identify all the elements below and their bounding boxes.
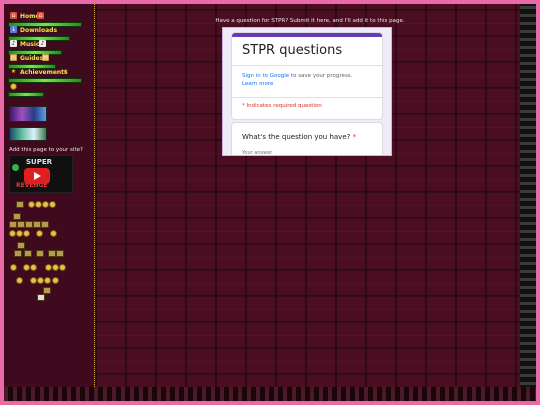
- coin-icon: [9, 230, 16, 237]
- sidebar-item-downloads[interactable]: ↓ Downloads: [8, 26, 88, 41]
- coin-icon: [30, 277, 37, 284]
- music-icon: ♪: [39, 40, 46, 47]
- coin-icon: [52, 264, 59, 271]
- coin-icon: [28, 201, 35, 208]
- coin-icon: [42, 201, 49, 208]
- achievement-icon: [24, 250, 32, 257]
- form-accent-bar: [232, 33, 382, 37]
- coin-icon: [37, 277, 44, 284]
- sidebar: ⌂ Home ⌂ ↓ Downloads ♪ Music ♪ ▤ Guides …: [4, 4, 95, 387]
- achievement-icon: [13, 213, 21, 220]
- achievement-icon: [33, 221, 41, 228]
- mascot-icon: [12, 164, 19, 171]
- coin-icon: [35, 201, 42, 208]
- star-icon: ★: [62, 68, 69, 75]
- video-badge-title: SUPER: [26, 158, 53, 166]
- required-mark: *: [350, 133, 357, 141]
- guide-icon: ▤: [10, 54, 17, 61]
- coin-icon: [59, 264, 66, 271]
- music-icon: ♪: [10, 40, 17, 47]
- achievement-icon: [17, 242, 25, 249]
- question-label: What's the question you have? *: [242, 133, 356, 141]
- form-header-card: STPR questions Sign in to Google to save…: [231, 32, 383, 120]
- coin-icon: [10, 264, 17, 271]
- sidebar-item-music[interactable]: ♪ Music ♪: [8, 40, 88, 55]
- coin-icon: [49, 201, 56, 208]
- signin-line: Sign in to Google to save your progress.…: [242, 72, 372, 88]
- achievement-icon: [37, 294, 45, 301]
- coin-icon: [16, 230, 23, 237]
- signin-rest: to save your progress.: [289, 73, 353, 79]
- sidebar-item-home[interactable]: ⌂ Home ⌂: [8, 12, 88, 27]
- question-text: What's the question you have?: [242, 133, 351, 141]
- bottom-decoration-strip: [4, 387, 536, 401]
- achievement-icon: [9, 221, 17, 228]
- coin-icon: [36, 230, 43, 237]
- question-card: What's the question you have? *: [231, 122, 383, 155]
- sidebar-item-achievements[interactable]: ★ Achievements ★: [8, 68, 88, 83]
- guide-icon: ▤: [42, 54, 49, 61]
- home-icon: ⌂: [37, 12, 44, 19]
- play-icon: [24, 168, 50, 184]
- home-icon: ⌂: [10, 12, 17, 19]
- embedded-form: STPR questions Sign in to Google to save…: [222, 27, 392, 156]
- site-badge[interactable]: [9, 106, 47, 122]
- coin-icon: [16, 277, 23, 284]
- page-frame: ⌂ Home ⌂ ↓ Downloads ♪ Music ♪ ▤ Guides …: [4, 4, 536, 401]
- sidebar-item-guides[interactable]: ▤ Guides ▤: [8, 54, 88, 69]
- learn-more-link[interactable]: Learn more: [242, 81, 273, 87]
- coin-icon: [50, 230, 57, 237]
- achievement-icon: [41, 221, 49, 228]
- achievement-icon: [43, 287, 51, 294]
- site-badge[interactable]: [9, 127, 47, 141]
- coin-icon: [23, 264, 30, 271]
- required-note: * Indicates required question: [242, 103, 322, 109]
- coin-icon: [23, 230, 30, 237]
- achievement-icon: [17, 221, 25, 228]
- coin-icon: [52, 277, 59, 284]
- share-text: Add this page to your site?: [9, 147, 83, 153]
- form-title: STPR questions: [242, 43, 343, 58]
- sidebar-item-extra[interactable]: [8, 82, 88, 97]
- page-notice: Have a question for STPR? Submit it here…: [215, 18, 405, 24]
- star-icon: ★: [10, 68, 17, 75]
- sidebar-item-label: Downloads: [20, 27, 58, 34]
- achievement-icon: [56, 250, 64, 257]
- achievement-icon: [48, 250, 56, 257]
- coin-icon: [45, 264, 52, 271]
- coin-icon: [30, 264, 37, 271]
- divider: [232, 97, 382, 98]
- coin-icon: [44, 277, 51, 284]
- download-icon: ↓: [10, 26, 17, 33]
- right-edge-decoration: [520, 4, 536, 401]
- sidebar-item-label: Achievements: [20, 69, 68, 76]
- achievement-icon: [36, 250, 44, 257]
- sidebar-item-label: Guides: [20, 55, 44, 62]
- achievement-icon: [14, 250, 22, 257]
- divider: [232, 65, 382, 66]
- signin-link[interactable]: Sign in to Google: [242, 73, 289, 79]
- answer-input[interactable]: [242, 149, 302, 155]
- achievement-icon: [25, 221, 33, 228]
- video-badge[interactable]: SUPER REVENGE: [9, 155, 73, 193]
- nav-bar: [8, 92, 44, 97]
- coin-icon: [10, 83, 17, 90]
- achievement-icon: [16, 201, 24, 208]
- sidebar-item-label: Music: [20, 41, 40, 48]
